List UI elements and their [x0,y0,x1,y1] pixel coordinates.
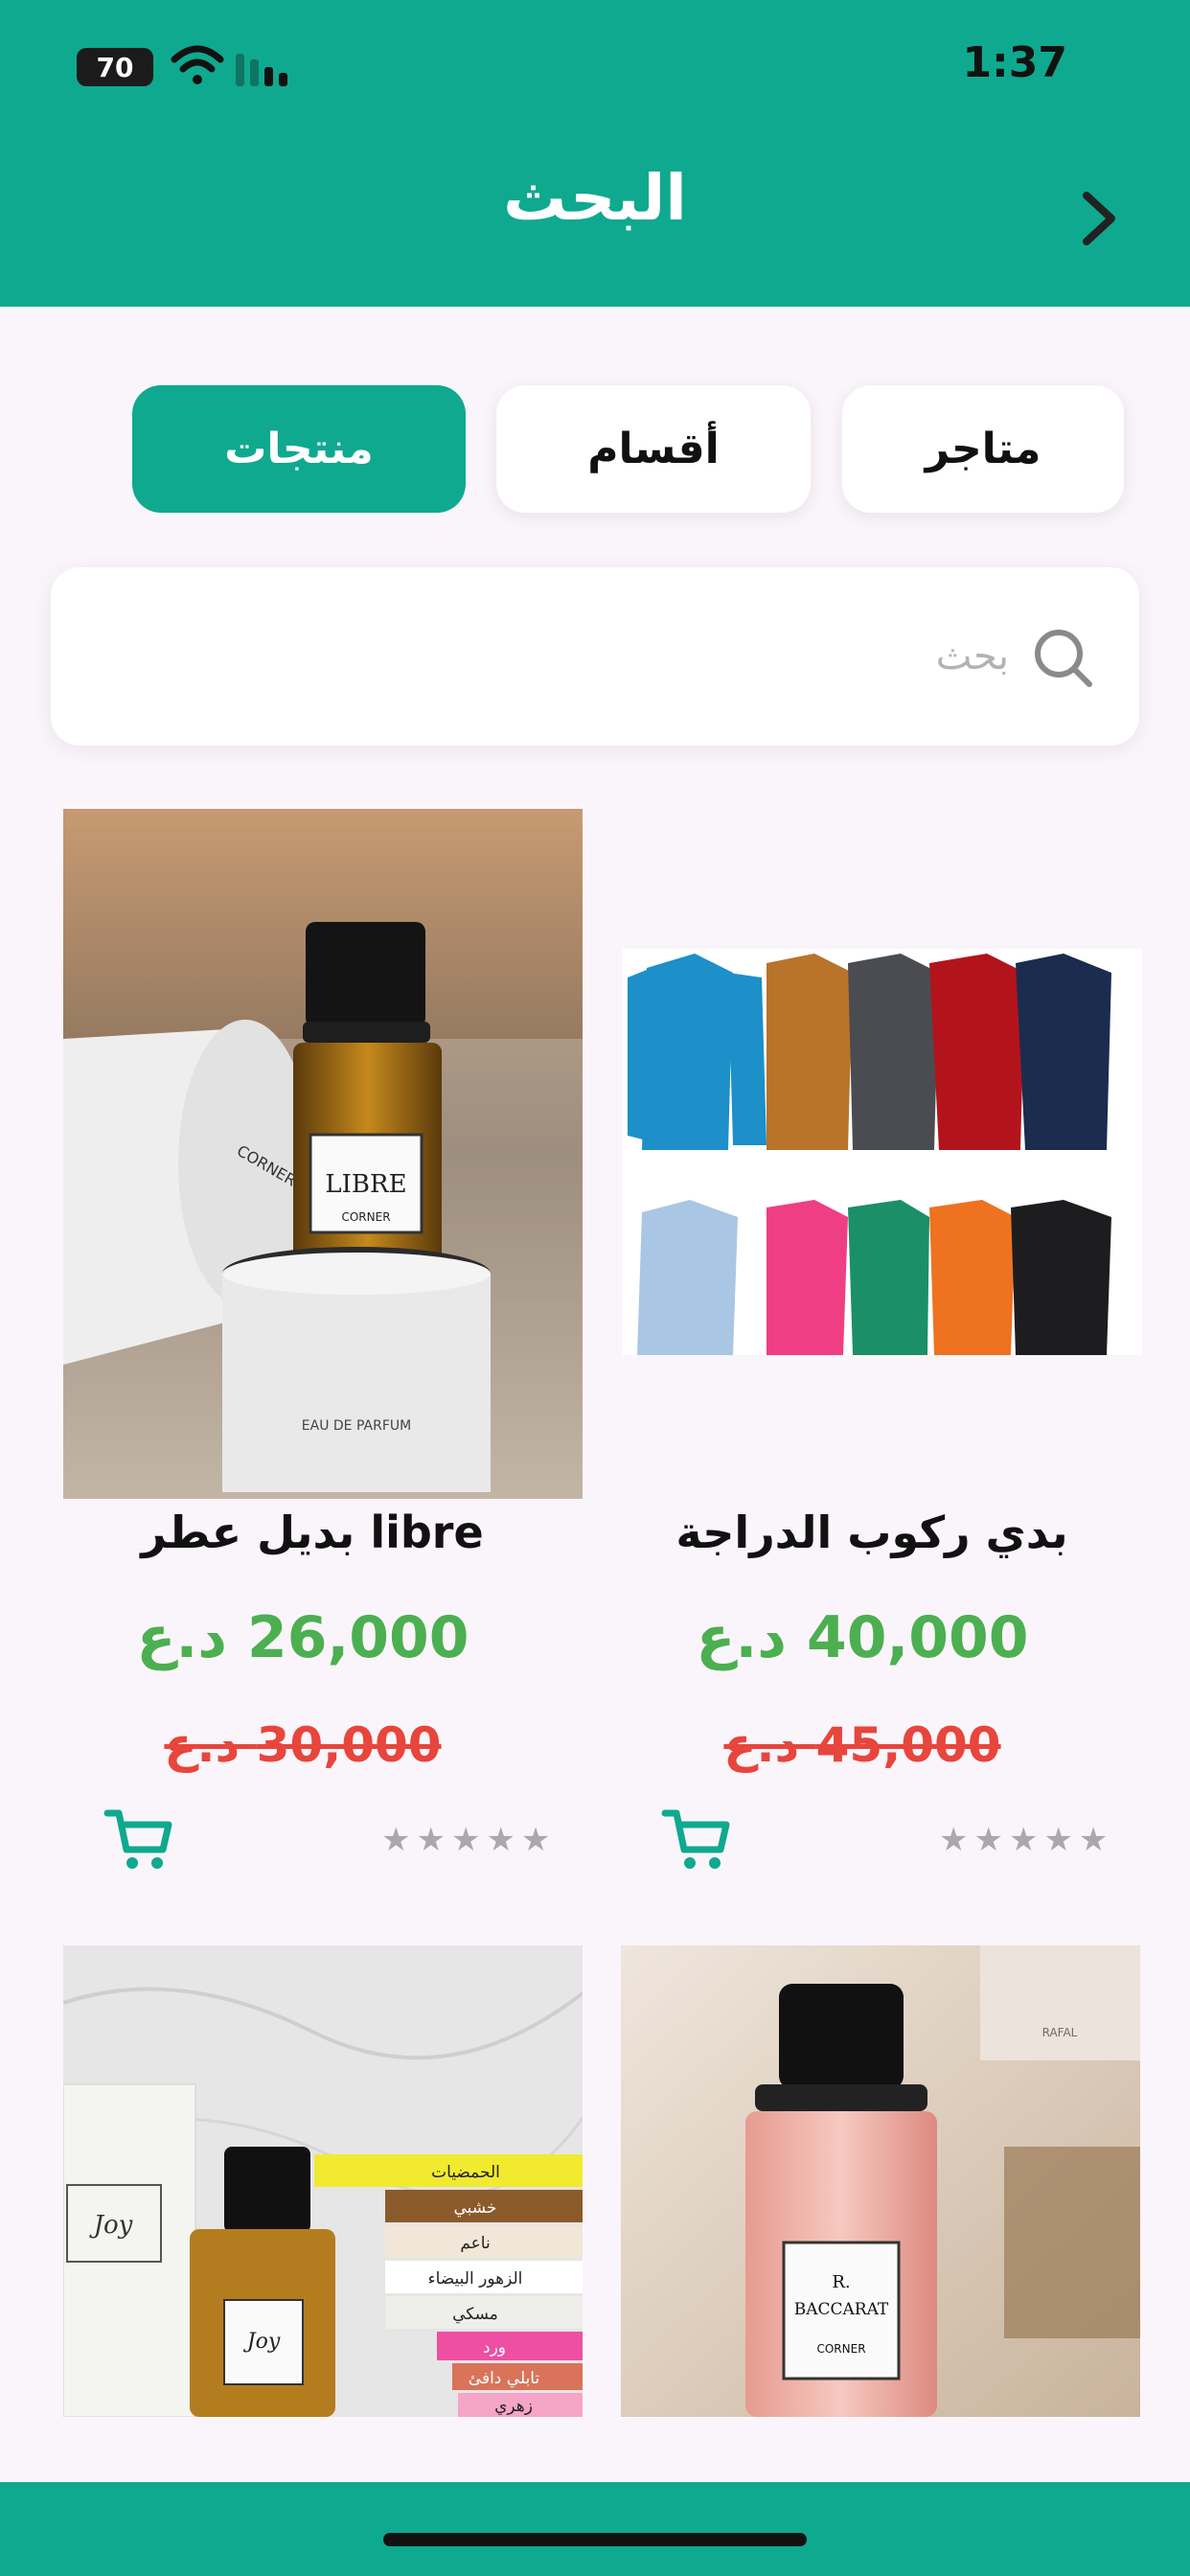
bottle-label-text: BACCARAT [794,2300,889,2319]
tab-stores[interactable]: متاجر [842,385,1124,513]
product-old-price: 45,000 د.ع [723,1717,1001,1773]
product-price: 26,000 د.ع [136,1604,469,1671]
product-image[interactable]: RAFAL R. BACCARAT CORNER [621,1945,1140,2417]
scent-note-text: مسكي [452,2305,498,2324]
product-price: 40,000 د.ع [696,1604,1029,1671]
libre-perfume-image: CORNER LIBRE CORNER EAU DE PARFUM [63,809,583,1499]
scent-note-text: الحمضيات [431,2163,500,2182]
scent-note-text: زهري [494,2397,533,2416]
search-box[interactable] [51,567,1139,746]
product-old-price: 30,000 د.ع [164,1717,442,1773]
chevron-right-icon[interactable] [1073,182,1127,255]
bottle-brand-text: CORNER [341,1210,390,1224]
tab-categories[interactable]: أقسام [496,385,811,513]
logo-text: RAFAL [1042,2026,1078,2039]
bottle-label-text: R. [832,2272,850,2292]
baccarat-perfume-image: RAFAL R. BACCARAT CORNER [621,1945,1140,2417]
home-indicator[interactable] [383,2533,807,2546]
product-image[interactable]: CORNER LIBRE CORNER EAU DE PARFUM [63,809,583,1499]
rating-stars: ★★★★★ [381,1821,557,1859]
scent-note-text: تابلي دافئ [469,2369,540,2388]
joy-perfume-image: Joy Joy الحمضيات خشبي ناعم الزهور البيضا… [63,1945,583,2417]
scent-note-text: خشبي [454,2198,497,2218]
bottom-bar [0,2482,1190,2576]
product-name[interactable]: بدي ركوب الدراجة [604,1506,1140,1558]
battery-icon: 70 [77,48,153,86]
bottle-label-text: Joy [243,2330,281,2354]
scent-note-text: ورد [483,2338,506,2358]
product-image[interactable]: Joy Joy الحمضيات خشبي ناعم الزهور البيضا… [63,1945,583,2417]
scent-note-text: ناعم [460,2234,490,2253]
box-label-text: Joy [89,2211,133,2240]
bottle-brand-text: CORNER [816,2342,865,2356]
product-name[interactable]: libre بديل عطر [44,1506,581,1558]
battery-level: 70 [96,51,134,83]
header-bar: 70 1:37 البحث [0,0,1190,307]
box-label-text: EAU DE PARFUM [302,1418,411,1434]
wifi-icon [171,45,224,84]
add-to-cart-icon[interactable] [103,1807,172,1874]
scent-note-text: الزهور البيضاء [428,2269,523,2288]
cellular-signal-icon [236,54,287,86]
cycling-jerseys-image [628,954,1111,1355]
search-input[interactable] [147,620,1009,693]
product-image[interactable] [623,949,1142,1355]
status-time: 1:37 [962,38,1067,87]
page-title: البحث [503,161,687,235]
tab-products[interactable]: منتجات [132,385,466,513]
add-to-cart-icon[interactable] [661,1807,730,1874]
rating-stars: ★★★★★ [939,1821,1114,1859]
bottle-label-text: LIBRE [325,1170,406,1199]
search-icon [1035,630,1092,687]
